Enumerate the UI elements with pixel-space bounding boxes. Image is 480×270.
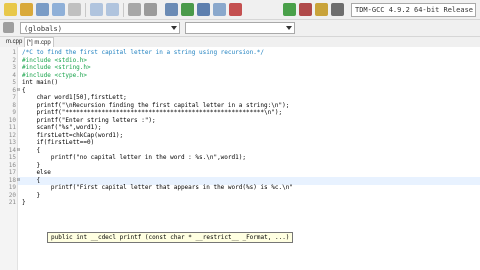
rebuild-icon[interactable] — [213, 3, 226, 16]
secondary-toolbar: (globals) — [0, 20, 480, 37]
code-line[interactable]: char word1[50],firstLett; — [22, 94, 126, 102]
compiler-select-value: TDM-GCC 4.9.2 64-bit Release — [355, 6, 474, 14]
line-number: 20 — [8, 191, 16, 199]
bookmark-icon[interactable] — [315, 3, 328, 16]
code-line[interactable]: scanf("%s",word1); — [22, 124, 101, 132]
line-number: 14 — [8, 146, 16, 154]
line-number: 12 — [8, 131, 16, 139]
tab-m-cpp-modified[interactable]: [*] m.cpp — [24, 37, 54, 47]
undo-icon[interactable] — [90, 3, 103, 16]
toolbar-separator — [85, 3, 86, 17]
fold-toggle-icon[interactable]: ⊟ — [17, 87, 20, 95]
chevron-down-icon — [171, 26, 177, 30]
main-toolbar: TDM-GCC 4.9.2 64-bit Release — [0, 0, 480, 20]
line-number: 17 — [8, 169, 16, 176]
line-number: 21 — [8, 199, 16, 206]
line-number: 7 — [12, 94, 16, 101]
toolbar-separator — [123, 3, 124, 17]
tab-m-cpp[interactable]: m.cpp — [4, 37, 24, 47]
function-select[interactable] — [185, 22, 295, 34]
line-number: 11 — [8, 124, 16, 131]
fold-toggle-icon[interactable]: ⊟ — [17, 147, 20, 155]
editor-tabs: m.cpp [*] m.cpp — [0, 37, 480, 47]
line-number: 9 — [12, 109, 16, 116]
line-number: 6 — [12, 86, 16, 94]
line-number: 8 — [12, 101, 16, 109]
code-line[interactable]: #include <ctype.h> — [22, 72, 87, 80]
line-number: 15 — [8, 154, 16, 161]
function-signature-tooltip: public int __cdecl printf (const char * … — [47, 232, 294, 243]
code-line[interactable]: else — [22, 169, 50, 177]
tab-label: [*] m.cpp — [27, 40, 51, 46]
open-folder-icon[interactable] — [20, 3, 33, 16]
code-line[interactable]: printf("********************************… — [22, 109, 282, 117]
run-icon[interactable] — [181, 3, 194, 16]
code-line[interactable]: printf("Enter string letters :"); — [22, 117, 155, 125]
code-line[interactable]: { — [22, 177, 40, 185]
debug-icon[interactable] — [229, 3, 242, 16]
code-line[interactable]: #include <stdio.h> — [22, 57, 87, 65]
line-number: 16 — [8, 161, 16, 169]
code-line[interactable]: if(firstLett==0) — [22, 139, 94, 147]
code-line[interactable]: int main() — [22, 79, 58, 87]
save-all-icon[interactable] — [52, 3, 65, 16]
compiler-select[interactable]: TDM-GCC 4.9.2 64-bit Release — [351, 3, 476, 17]
redo-icon[interactable] — [106, 3, 119, 16]
line-number: 10 — [8, 116, 16, 124]
code-line[interactable]: } — [22, 192, 40, 200]
compile-icon[interactable] — [165, 3, 178, 16]
line-number: 3 — [12, 64, 16, 71]
replace-icon[interactable] — [144, 3, 157, 16]
code-line[interactable]: printf("\nRecursion finding the first ca… — [22, 102, 289, 110]
code-line[interactable]: firstLett=chkCap(word1); — [22, 132, 123, 140]
fold-toggle-icon[interactable]: ⊟ — [17, 177, 20, 185]
code-line[interactable]: { — [22, 147, 40, 155]
code-line[interactable]: { — [22, 87, 26, 95]
scope-select-value: (globals) — [24, 25, 62, 33]
code-line[interactable]: /*C to find the first capital letter in … — [22, 49, 264, 57]
code-line[interactable]: #include <string.h> — [22, 64, 91, 72]
tab-label: m.cpp — [6, 39, 23, 45]
line-number: 2 — [12, 56, 16, 64]
save-icon[interactable] — [36, 3, 49, 16]
line-number: 5 — [12, 79, 16, 86]
profile-icon[interactable] — [299, 3, 312, 16]
close-icon[interactable] — [68, 3, 81, 16]
scope-select[interactable]: (globals) — [20, 22, 180, 34]
code-editor[interactable]: 1 /*C to find the first capital letter in… — [0, 47, 480, 270]
code-line[interactable]: printf("First capital letter that appear… — [22, 184, 293, 192]
code-line[interactable]: printf("no capital letter in the word : … — [22, 154, 246, 162]
compile-run-icon[interactable] — [197, 3, 210, 16]
line-number: 4 — [12, 71, 16, 79]
find-icon[interactable] — [128, 3, 141, 16]
code-line[interactable]: } — [22, 199, 26, 207]
code-line[interactable]: } — [22, 162, 40, 170]
line-number: 18 — [8, 176, 16, 184]
line-number: 19 — [8, 184, 16, 191]
help-icon[interactable] — [331, 3, 344, 16]
line-number: 13 — [8, 139, 16, 146]
line-number: 1 — [12, 49, 16, 56]
new-file-icon[interactable] — [4, 3, 17, 16]
check-icon[interactable] — [283, 3, 296, 16]
insert-icon[interactable] — [3, 22, 14, 33]
chevron-down-icon — [286, 26, 292, 30]
